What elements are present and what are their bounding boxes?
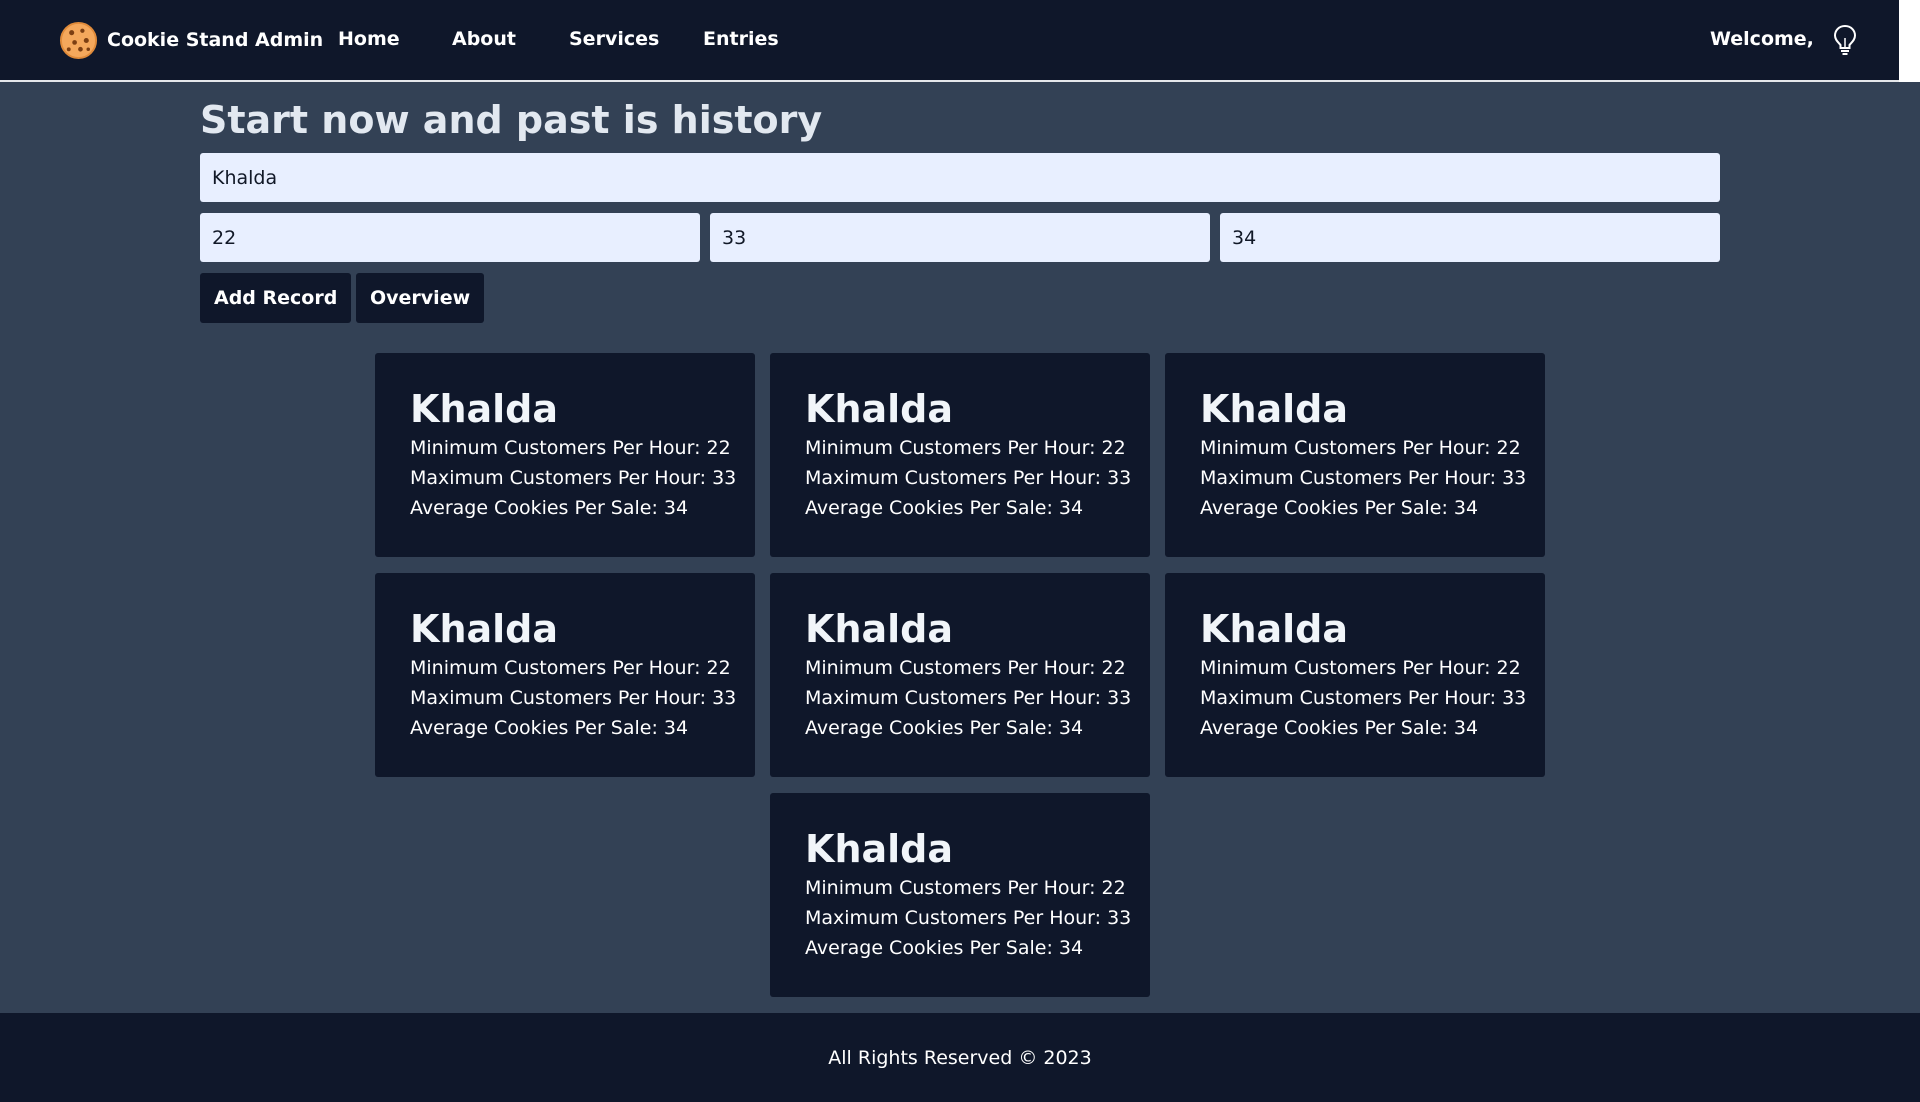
card-title: Khalda <box>805 387 954 431</box>
card-avg: Average Cookies Per Sale: 34 <box>1200 497 1479 519</box>
card-title: Khalda <box>805 607 954 651</box>
stand-card: Khalda Minimum Customers Per Hour: 22 Ma… <box>375 353 755 557</box>
card-min: Minimum Customers Per Hour: 22 <box>410 657 731 679</box>
brand[interactable]: Cookie Stand Admin <box>59 21 323 60</box>
form-heading: Start now and past is history <box>200 98 823 142</box>
stand-card: Khalda Minimum Customers Per Hour: 22 Ma… <box>1165 353 1545 557</box>
nav-link-entries[interactable]: Entries <box>703 28 779 50</box>
add-record-button[interactable]: Add Record <box>200 273 352 323</box>
card-max: Maximum Customers Per Hour: 33 <box>805 467 1132 489</box>
window-edge <box>1899 0 1920 82</box>
page-footer: All Rights Reserved © 2023 <box>0 1013 1920 1102</box>
card-avg: Average Cookies Per Sale: 34 <box>410 497 689 519</box>
card-max: Maximum Customers Per Hour: 33 <box>805 687 1132 709</box>
stand-card: Khalda Minimum Customers Per Hour: 22 Ma… <box>770 793 1150 997</box>
card-min: Minimum Customers Per Hour: 22 <box>1200 657 1521 679</box>
brand-title: Cookie Stand Admin <box>107 29 324 51</box>
cookie-icon <box>59 21 98 59</box>
stand-card: Khalda Minimum Customers Per Hour: 22 Ma… <box>1165 573 1545 777</box>
card-title: Khalda <box>1200 607 1349 651</box>
card-min: Minimum Customers Per Hour: 22 <box>410 437 731 459</box>
card-title: Khalda <box>1200 387 1349 431</box>
card-title: Khalda <box>410 607 559 651</box>
card-max: Maximum Customers Per Hour: 33 <box>805 907 1132 929</box>
card-title: Khalda <box>805 827 954 871</box>
top-navbar: Cookie Stand Admin Home About Services E… <box>0 0 1899 82</box>
location-input[interactable] <box>200 153 1720 202</box>
min-customers-input[interactable] <box>200 213 700 262</box>
card-min: Minimum Customers Per Hour: 22 <box>1200 437 1521 459</box>
card-avg: Average Cookies Per Sale: 34 <box>805 497 1084 519</box>
copyright-text: All Rights Reserved © 2023 <box>828 1046 1092 1069</box>
card-min: Minimum Customers Per Hour: 22 <box>805 877 1126 899</box>
card-avg: Average Cookies Per Sale: 34 <box>410 717 689 739</box>
stand-card: Khalda Minimum Customers Per Hour: 22 Ma… <box>375 573 755 777</box>
avg-cookies-input[interactable] <box>1220 213 1720 262</box>
stand-card: Khalda Minimum Customers Per Hour: 22 Ma… <box>770 573 1150 777</box>
nav-link-about[interactable]: About <box>452 28 516 50</box>
lightbulb-icon[interactable] <box>1832 24 1858 56</box>
card-title: Khalda <box>410 387 559 431</box>
card-avg: Average Cookies Per Sale: 34 <box>805 937 1084 959</box>
card-avg: Average Cookies Per Sale: 34 <box>1200 717 1479 739</box>
overview-button[interactable]: Overview <box>356 273 485 323</box>
card-max: Maximum Customers Per Hour: 33 <box>410 467 737 489</box>
welcome-text: Welcome, <box>1710 28 1814 50</box>
card-max: Maximum Customers Per Hour: 33 <box>1200 687 1527 709</box>
stand-card: Khalda Minimum Customers Per Hour: 22 Ma… <box>770 353 1150 557</box>
card-min: Minimum Customers Per Hour: 22 <box>805 437 1126 459</box>
card-min: Minimum Customers Per Hour: 22 <box>805 657 1126 679</box>
max-customers-input[interactable] <box>710 213 1210 262</box>
card-max: Maximum Customers Per Hour: 33 <box>410 687 737 709</box>
nav-link-services[interactable]: Services <box>569 28 659 50</box>
nav-link-home[interactable]: Home <box>338 28 400 50</box>
card-avg: Average Cookies Per Sale: 34 <box>805 717 1084 739</box>
card-max: Maximum Customers Per Hour: 33 <box>1200 467 1527 489</box>
